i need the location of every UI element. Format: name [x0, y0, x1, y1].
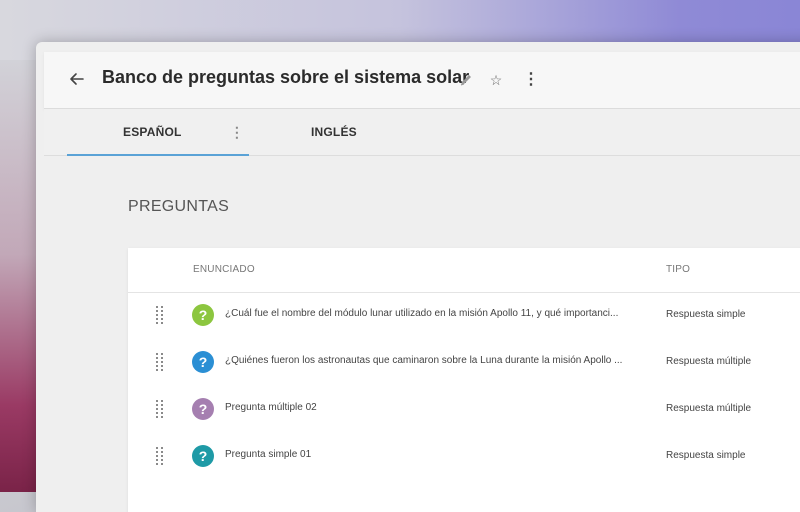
tab-spanish[interactable]: ESPAÑOL ⋮ — [67, 109, 249, 156]
question-text: ¿Cuál fue el nombre del módulo lunar uti… — [225, 308, 619, 319]
question-text: Pregunta múltiple 02 — [225, 402, 317, 413]
column-header-enunciado: ENUNCIADO — [193, 264, 255, 275]
star-icon[interactable]: ☆ — [486, 70, 506, 90]
table-header: ENUNCIADO TIPO — [128, 248, 800, 293]
tab-more-vertical-icon[interactable]: ⋮ — [227, 109, 247, 155]
column-header-tipo: TIPO — [666, 264, 691, 275]
page-title: Banco de preguntas sobre el sistema sola… — [102, 67, 470, 87]
question-type: Respuesta simple — [666, 309, 746, 320]
drag-handle-icon[interactable] — [156, 306, 164, 324]
question-simple-icon: ? — [192, 304, 214, 326]
question-type: Respuesta múltiple — [666, 403, 752, 414]
page-header: Banco de preguntas sobre el sistema sola… — [44, 52, 800, 109]
question-simple-icon: ? — [192, 445, 214, 467]
question-multiple-icon: ? — [192, 398, 214, 420]
back-arrow-icon[interactable] — [66, 68, 88, 90]
background-left — [0, 60, 40, 492]
more-vertical-icon[interactable]: ⋮ — [521, 70, 541, 90]
question-text: Pregunta simple 01 — [225, 449, 312, 460]
drag-handle-icon[interactable] — [156, 353, 164, 371]
section-title: PREGUNTAS — [128, 198, 230, 215]
question-type: Respuesta simple — [666, 450, 746, 461]
drag-handle-icon[interactable] — [156, 400, 164, 418]
table-row[interactable]: ? Pregunta múltiple 02 Respuesta múltipl… — [128, 386, 800, 433]
question-type: Respuesta múltiple — [666, 356, 752, 367]
language-tabs: ESPAÑOL ⋮ INGLÉS — [44, 109, 800, 156]
tab-english-label: INGLÉS — [311, 125, 357, 139]
drag-handle-icon[interactable] — [156, 447, 164, 465]
question-text: ¿Quiénes fueron los astronautas que cami… — [225, 355, 623, 366]
table-row[interactable]: ? ¿Quiénes fueron los astronautas que ca… — [128, 339, 800, 386]
active-tab-indicator — [67, 154, 249, 156]
question-multiple-icon: ? — [192, 351, 214, 373]
tab-spanish-label: ESPAÑOL — [123, 125, 182, 139]
pencil-icon[interactable] — [456, 70, 476, 90]
questions-table: ENUNCIADO TIPO ? ¿Cuál fue el nombre del… — [128, 248, 800, 512]
table-row[interactable]: ? ¿Cuál fue el nombre del módulo lunar u… — [128, 292, 800, 339]
app-window: Banco de preguntas sobre el sistema sola… — [36, 42, 800, 512]
table-row[interactable]: ? Pregunta simple 01 Respuesta simple — [128, 433, 800, 480]
tab-english[interactable]: INGLÉS — [311, 109, 391, 155]
